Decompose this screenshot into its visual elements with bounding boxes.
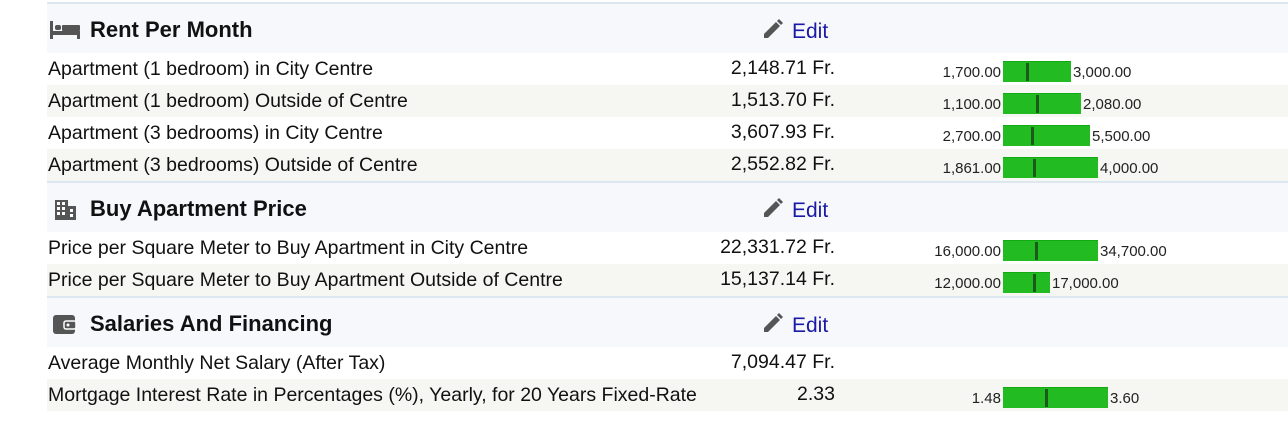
range-low: 1,700.00 [942,64,1001,81]
row-label: Apartment (1 bedroom) in City Centre [48,58,374,80]
row-label: Mortgage Interest Rate in Percentages (%… [48,384,697,406]
row-value: 15,137.14 Fr. [720,268,835,290]
range-high: 34,700.00 [1100,243,1167,260]
section-title: Rent Per Month [50,17,253,43]
range-low: 2,700.00 [942,128,1001,145]
edit-rent-button[interactable]: Edit [762,18,828,46]
table-row: Apartment (1 bedroom) Outside of Centre 1… [47,85,1288,117]
range-marker [1026,63,1029,81]
range-low: 1,100.00 [942,96,1001,113]
section-header-rent: Rent Per Month Edit [47,2,1288,53]
range-high: 2,080.00 [1083,96,1142,113]
row-value: 2,148.71 Fr. [730,57,835,79]
edit-label: Edit [792,20,829,43]
section-header-salaries: Salaries And Financing Edit [47,296,1288,347]
row-value: 1,513.70 Fr. [730,89,835,111]
section-header-buy: Buy Apartment Price Edit [47,181,1288,232]
range-low: 1,861.00 [942,160,1001,177]
edit-salaries-button[interactable]: Edit [762,312,828,340]
range-marker [1033,274,1036,292]
row-value: 2,552.82 Fr. [730,153,835,175]
table-row: Apartment (3 bedrooms) in City Centre 3,6… [47,117,1288,149]
range-bar [1003,93,1081,114]
row-value: 3,607.93 Fr. [730,121,835,143]
building-icon [50,199,80,220]
range-marker [1031,127,1034,145]
table-row: Mortgage Interest Rate in Percentages (%… [47,379,1288,411]
bed-icon [50,20,80,40]
table-row: Price per Square Meter to Buy Apartment … [47,264,1288,296]
range-high: 4,000.00 [1100,160,1159,177]
range-marker [1035,242,1038,260]
row-label: Average Monthly Net Salary (After Tax) [48,352,386,374]
range-bar [1003,272,1050,293]
range-high: 3.60 [1110,390,1140,407]
section-title-text: Salaries And Financing [90,311,333,336]
range-high: 3,000.00 [1073,64,1132,81]
range-marker [1036,95,1039,113]
pencil-icon [762,312,784,340]
section-title-text: Buy Apartment Price [90,196,307,221]
row-label: Price per Square Meter to Buy Apartment … [48,237,529,259]
row-label: Apartment (3 bedrooms) Outside of Centre [48,154,418,176]
range-high: 17,000.00 [1052,275,1119,292]
range-bar [1003,240,1098,261]
table-row: Average Monthly Net Salary (After Tax) 7,… [47,347,1288,379]
range-low: 1.48 [971,390,1001,407]
range-marker [1045,389,1048,407]
range-bar [1003,61,1071,82]
range-high: 5,500.00 [1092,128,1151,145]
table-row: Apartment (1 bedroom) in City Centre 2,14… [47,53,1288,85]
edit-label: Edit [792,199,829,222]
row-value: 7,094.47 Fr. [730,351,835,373]
wallet-icon [50,314,80,334]
table-row: Price per Square Meter to Buy Apartment … [47,232,1288,264]
table-row: Apartment (3 bedrooms) Outside of Centre… [47,149,1288,181]
section-title: Buy Apartment Price [50,196,307,222]
row-value: 22,331.72 Fr. [720,236,835,258]
range-bar [1003,125,1090,146]
row-label: Apartment (3 bedrooms) in City Centre [48,122,383,144]
pencil-icon [762,18,784,46]
row-label: Price per Square Meter to Buy Apartment … [48,269,563,291]
price-table: Rent Per Month Edit Apartment (1 bedroom… [47,0,1288,411]
row-label: Apartment (1 bedroom) Outside of Centre [48,90,408,112]
range-bar [1003,157,1098,178]
section-title-text: Rent Per Month [90,17,253,42]
edit-label: Edit [792,314,829,337]
edit-buy-button[interactable]: Edit [762,197,828,225]
pencil-icon [762,197,784,225]
range-low: 12,000.00 [934,275,1001,292]
range-bar [1003,387,1108,408]
range-marker [1033,159,1036,177]
section-title: Salaries And Financing [50,311,332,337]
row-value: 2.33 [797,383,835,405]
range-low: 16,000.00 [934,243,1001,260]
